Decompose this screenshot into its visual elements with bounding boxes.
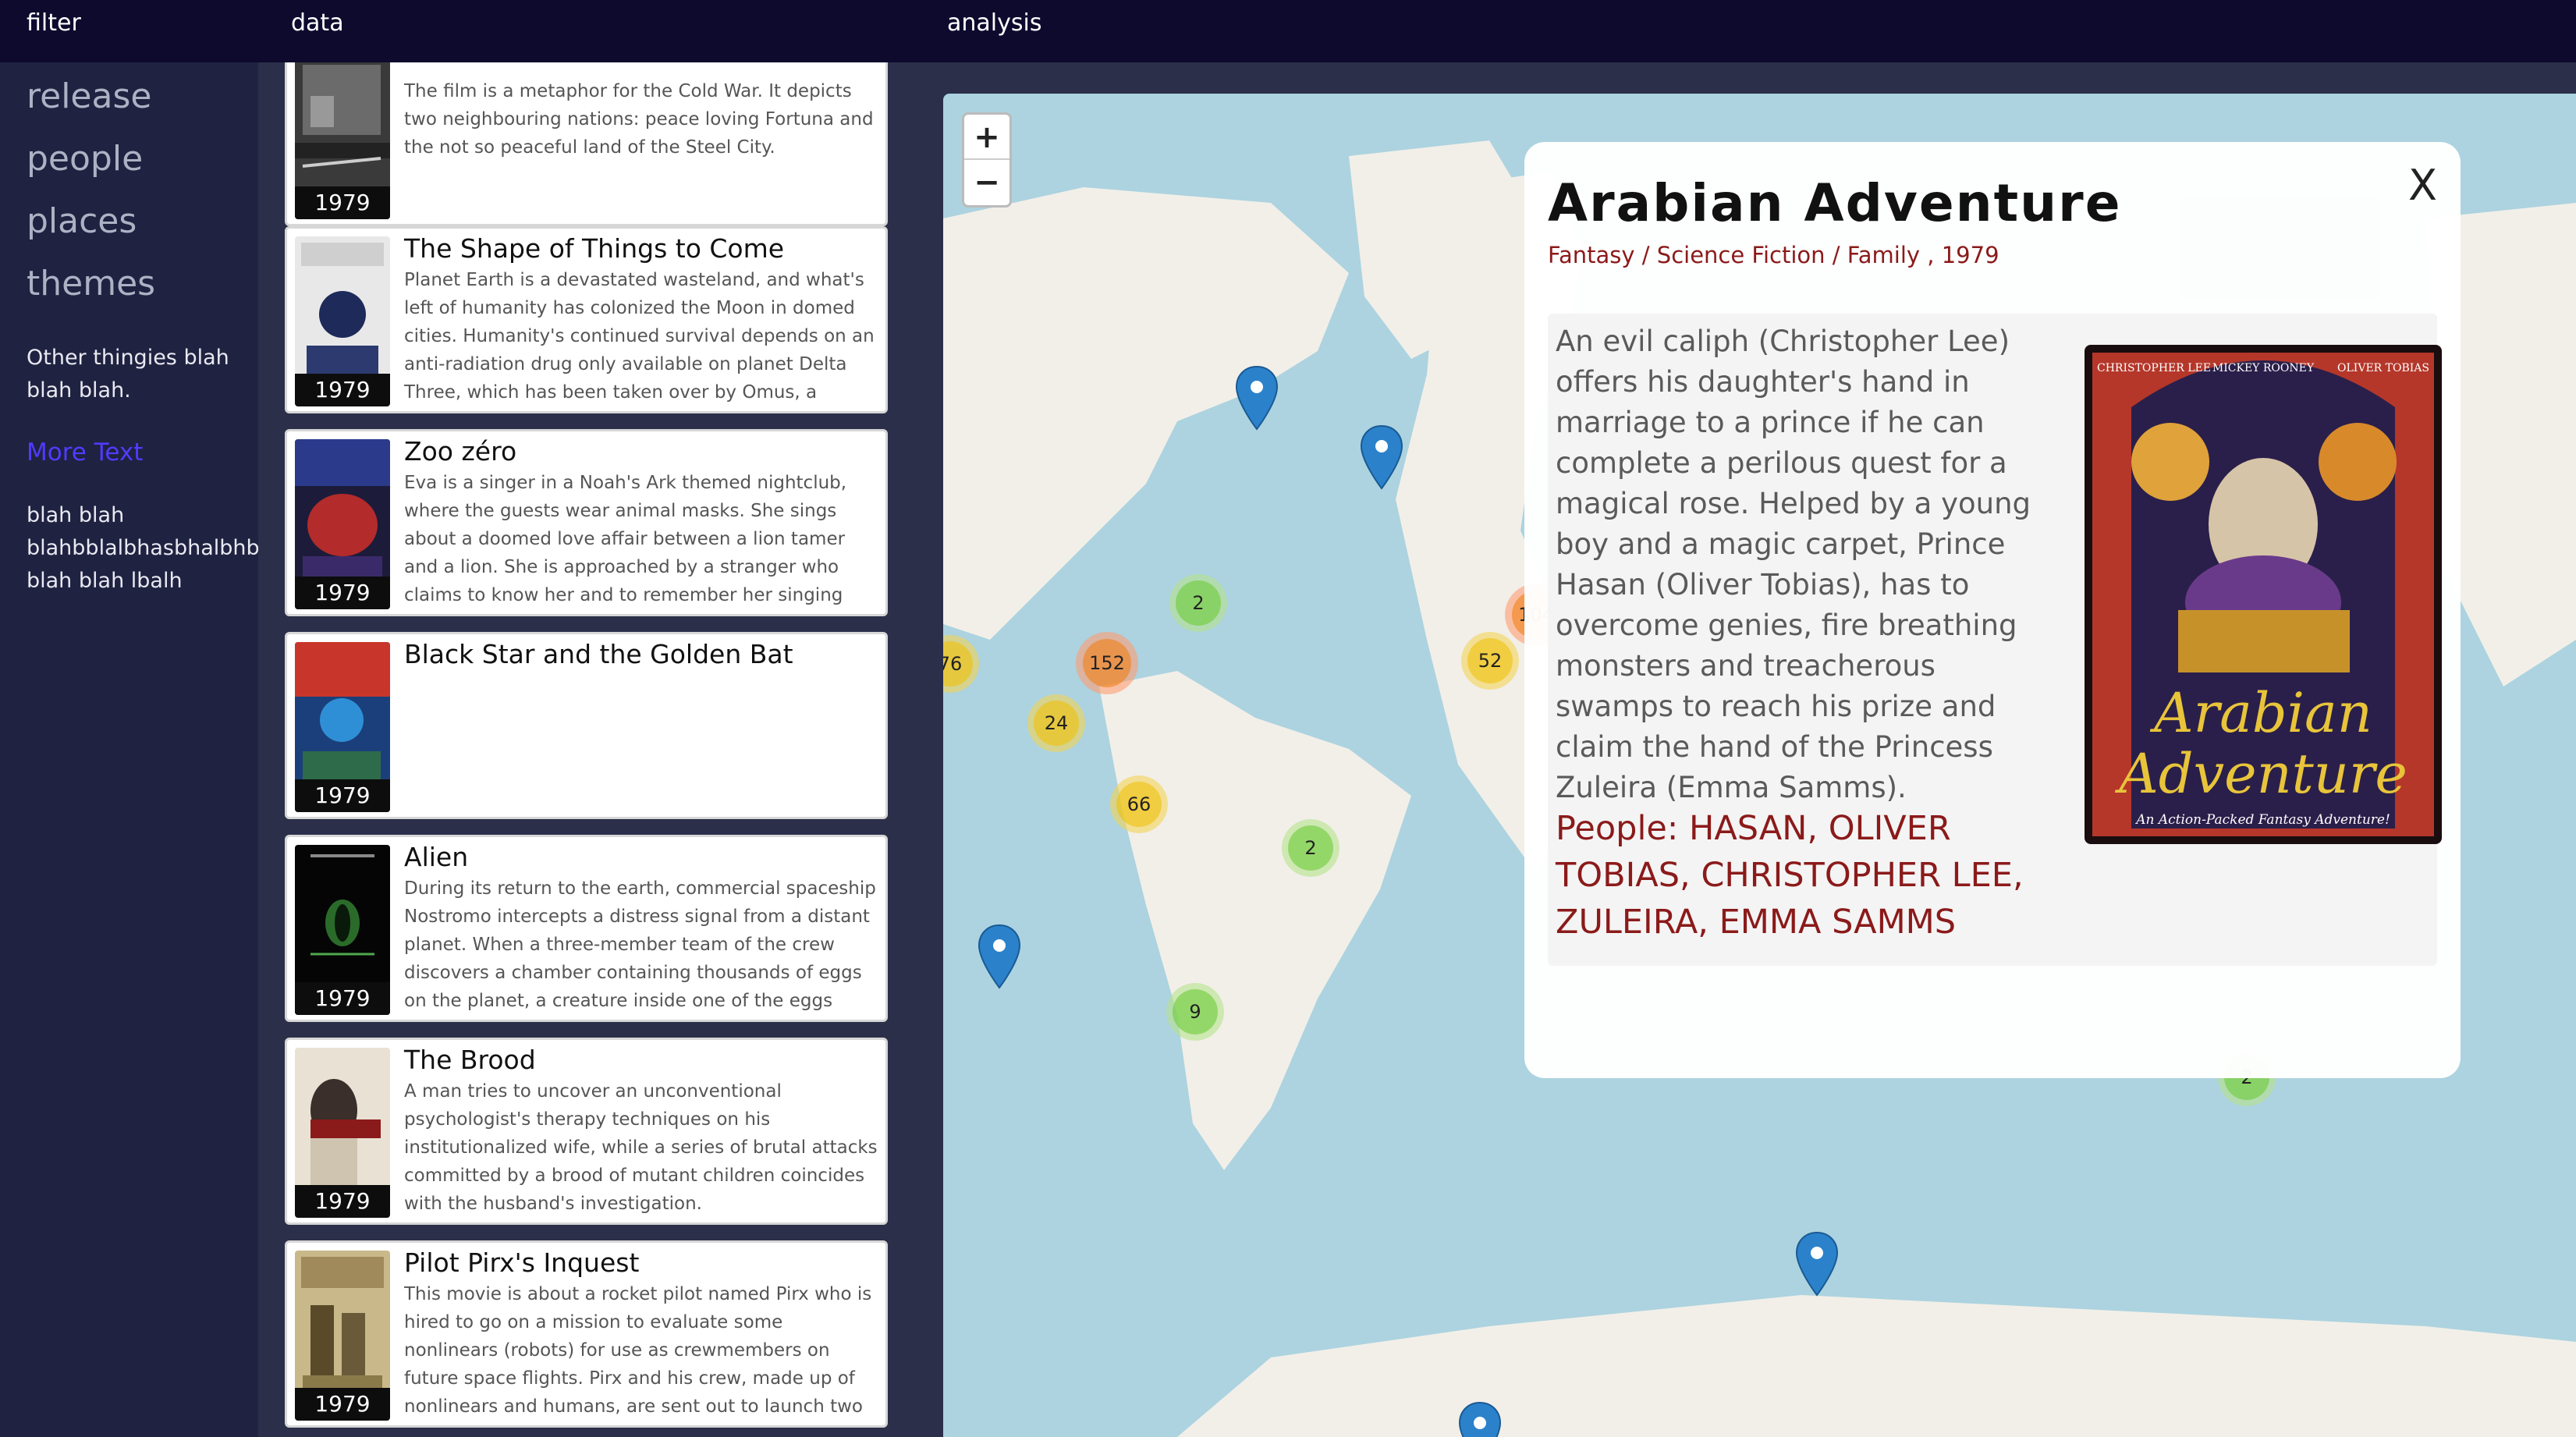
film-year: 1979 — [295, 577, 390, 609]
film-description: This movie is about a rocket pilot named… — [404, 1284, 872, 1417]
film-card[interactable]: 1979 Pilot Pirx's Inquest This movie is … — [285, 1240, 888, 1428]
film-description: Planet Earth is a devastated wasteland, … — [404, 270, 875, 403]
film-year: 1979 — [295, 1388, 390, 1421]
sidebar-extra-text: blah blah blahbblalbhasbhalbhblahbhab bl… — [27, 503, 261, 593]
map-cluster[interactable]: 24 — [1027, 694, 1085, 752]
modal-genres: Fantasy / Science Fiction / Family , 197… — [1548, 242, 1999, 268]
svg-text:MICKEY ROONEY: MICKEY ROONEY — [2212, 362, 2315, 374]
zoom-in-button[interactable]: + — [964, 115, 1009, 160]
sidebar-note: Other thingies blah blah blah. — [27, 346, 229, 403]
tab-analysis[interactable]: analysis — [947, 9, 1041, 37]
tab-data[interactable]: data — [291, 9, 344, 37]
map-cluster[interactable]: 152 — [1076, 632, 1138, 694]
map-pin-icon[interactable] — [978, 924, 1021, 989]
svg-text:Adventure: Adventure — [2114, 742, 2407, 806]
more-text-link[interactable]: More Text — [27, 438, 143, 467]
film-card[interactable]: 1979 The Shape of Things to Come Planet … — [285, 226, 888, 413]
svg-text:CHRISTOPHER LEE: CHRISTOPHER LEE — [2097, 362, 2211, 374]
film-poster: 1979 — [295, 642, 390, 812]
close-button[interactable]: X — [2408, 161, 2437, 210]
film-card[interactable]: 1979 Alien During its return to the eart… — [285, 835, 888, 1022]
tab-filter[interactable]: filter — [27, 9, 81, 37]
film-title: Alien — [404, 842, 469, 872]
film-title: The Shape of Things to Come — [404, 233, 785, 264]
film-year: 1979 — [295, 982, 390, 1015]
filter-sidebar: release people places themes Other thing… — [0, 62, 261, 1437]
movie-poster-image: Arabian Adventure An Action-Packed Fanta… — [2085, 345, 2442, 844]
map-cluster[interactable]: 9 — [1166, 983, 1224, 1041]
film-title: Black Star and the Golden Bat — [404, 639, 793, 669]
film-description: A man tries to uncover an unconventional… — [404, 1081, 878, 1214]
map-cluster[interactable]: 66 — [1110, 775, 1168, 833]
film-poster: 1979 — [295, 62, 390, 219]
map-pin-icon[interactable] — [1795, 1231, 1839, 1297]
map-cluster[interactable]: 52 — [1461, 632, 1519, 690]
map-cluster[interactable]: 2 — [1282, 819, 1339, 877]
film-poster: 1979 — [295, 1048, 390, 1218]
svg-text:Arabian: Arabian — [2149, 681, 2372, 745]
film-description — [404, 672, 880, 814]
film-year: 1979 — [295, 1185, 390, 1218]
film-title: Pilot Pirx's Inquest — [404, 1247, 640, 1278]
nav-places[interactable]: places — [27, 201, 137, 241]
film-list: 1979 The film is a metaphor for the Cold… — [258, 62, 943, 1437]
map-pin-icon[interactable] — [1360, 424, 1403, 490]
film-poster: 1979 — [295, 439, 390, 609]
top-nav-bar: filter data analysis — [0, 0, 2576, 62]
film-description: Eva is a singer in a Noah's Ark themed n… — [404, 473, 847, 605]
zoom-out-button[interactable]: − — [964, 160, 1009, 205]
map-pin-icon[interactable] — [1235, 365, 1279, 431]
film-description: During its return to the earth, commerci… — [404, 878, 876, 1011]
film-poster: 1979 — [295, 845, 390, 1015]
film-description: The film is a metaphor for the Cold War.… — [404, 81, 874, 158]
map-pin-icon[interactable] — [1458, 1401, 1502, 1437]
film-card[interactable]: 1979 The Brood A man tries to uncover an… — [285, 1038, 888, 1225]
nav-themes[interactable]: themes — [27, 264, 155, 303]
film-poster: 1979 — [295, 1251, 390, 1421]
svg-text:An Action-Packed Fantasy Adven: An Action-Packed Fantasy Adventure! — [2134, 812, 2390, 828]
zoom-control: + − — [962, 112, 1012, 208]
film-title: The Brood — [404, 1045, 536, 1075]
film-year: 1979 — [295, 374, 390, 406]
map-cluster[interactable]: 2 — [1169, 574, 1227, 632]
film-year: 1979 — [295, 186, 390, 219]
modal-title: Arabian Adventure — [1548, 173, 2122, 233]
film-card[interactable]: 1979 Black Star and the Golden Bat — [285, 632, 888, 819]
film-card[interactable]: 1979 Zoo zéro Eva is a singer in a Noah'… — [285, 429, 888, 616]
nav-release[interactable]: release — [27, 76, 151, 116]
film-detail-modal: X Arabian Adventure Fantasy / Science Fi… — [1524, 142, 2461, 1078]
modal-people: People: HASAN, OLIVER TOBIAS, CHRISTOPHE… — [1556, 809, 2024, 942]
film-card[interactable]: 1979 The film is a metaphor for the Cold… — [285, 62, 888, 226]
modal-synopsis: An evil caliph (Christopher Lee) offers … — [1556, 325, 2031, 804]
film-poster: 1979 — [295, 236, 390, 406]
film-title: Zoo zéro — [404, 436, 517, 467]
svg-text:OLIVER TOBIAS: OLIVER TOBIAS — [2337, 362, 2429, 374]
modal-panel: An evil caliph (Christopher Lee) offers … — [1548, 314, 2442, 966]
film-year: 1979 — [295, 779, 390, 812]
nav-people[interactable]: people — [27, 139, 143, 179]
